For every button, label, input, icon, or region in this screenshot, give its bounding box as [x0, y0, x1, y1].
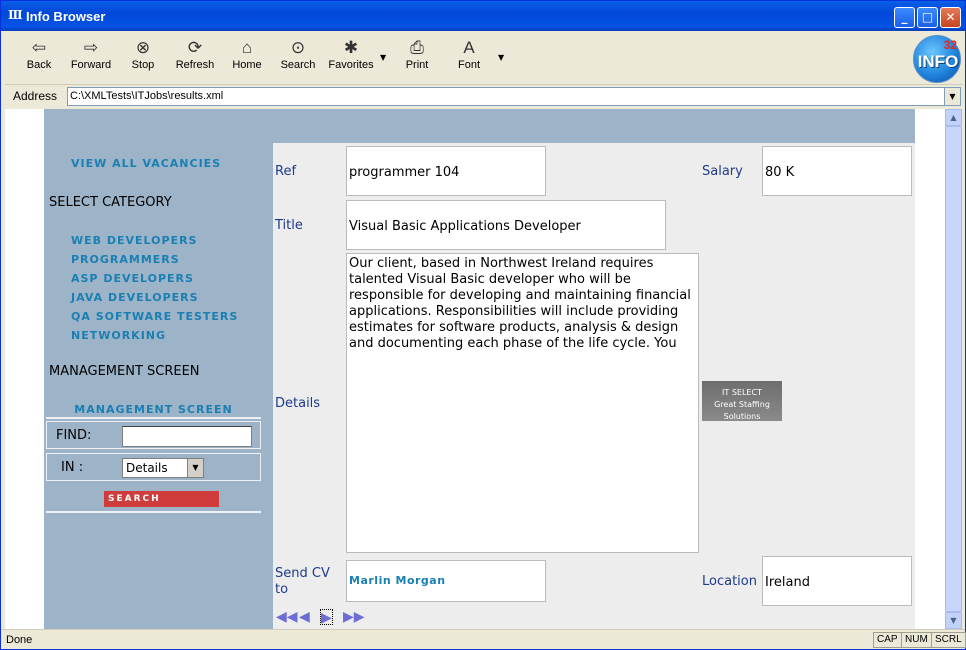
window-title: Info Browser [26, 9, 106, 24]
send-cv-field: Marlin Morgan [346, 560, 546, 602]
select-category-heading: SELECT CATEGORY [49, 195, 172, 210]
category-link-asp-developers[interactable]: ASP DEVELOPERS [71, 272, 194, 285]
sidebar: VIEW ALL VACANCIES SELECT CATEGORY WEB D… [44, 109, 263, 629]
address-input[interactable]: C:\XMLTests\ITJobs\results.xml [67, 87, 947, 106]
refresh-button[interactable]: ⟳ Refresh [169, 37, 221, 77]
job-detail-panel: Ref programmer 104 Salary 80 K Title Vis… [273, 143, 915, 629]
it-select-logo: IT SELECT Great Staffing Solutions [702, 381, 782, 421]
find-input[interactable] [122, 426, 252, 447]
management-screen-heading: MANAGEMENT SCREEN [49, 364, 200, 379]
category-link-networking[interactable]: NETWORKING [71, 329, 166, 342]
title-bar: Ⅲ Info Browser _ □ ✕ [1, 1, 965, 31]
search-icon: ⊙ [290, 38, 306, 57]
browser-window: Ⅲ Info Browser _ □ ✕ ⇦ Back ⇨ Forward ⊗ … [0, 0, 966, 650]
maximize-button[interactable]: □ [917, 7, 938, 28]
font-icon: A [463, 38, 475, 57]
previous-record-icon[interactable]: ◀ [299, 609, 310, 625]
in-label: IN : [61, 460, 84, 475]
chevron-down-icon: ▼ [187, 459, 203, 477]
caps-indicator: CAP [873, 632, 902, 648]
send-cv-link[interactable]: Marlin Morgan [349, 574, 446, 587]
next-record-icon[interactable]: ▶ [320, 609, 333, 626]
address-label: Address [13, 89, 58, 103]
scroll-up-icon[interactable]: ▲ [945, 109, 962, 126]
favorites-button[interactable]: ✱ Favorites [325, 37, 377, 77]
management-screen-link[interactable]: MANAGEMENT SCREEN [44, 403, 263, 416]
stop-button[interactable]: ⊗ Stop [123, 37, 163, 77]
scroll-down-icon[interactable]: ▼ [945, 612, 962, 629]
find-label: FIND: [56, 428, 92, 443]
scroll-lock-indicator: SCRL [931, 632, 966, 648]
vertical-scrollbar[interactable]: ▲ ▼ [945, 109, 962, 629]
page-content: VIEW ALL VACANCIES SELECT CATEGORY WEB D… [5, 109, 945, 629]
scroll-thumb[interactable] [945, 126, 962, 612]
details-label: Details [275, 396, 321, 411]
toolbar: ⇦ Back ⇨ Forward ⊗ Stop ⟳ Refresh ⌂ Home… [5, 33, 963, 85]
category-link-web-developers[interactable]: WEB DEVELOPERS [71, 234, 197, 247]
send-cv-label: Send CV to [275, 566, 330, 597]
favorites-dropdown-icon[interactable]: ▼ [380, 53, 386, 62]
in-selected-value: Details [126, 461, 168, 475]
in-row: IN : Details ▼ [46, 453, 261, 481]
print-button[interactable]: ⎙ Print [397, 37, 437, 77]
forward-button[interactable]: ⇨ Forward [65, 37, 117, 77]
font-button[interactable]: A Font [449, 37, 489, 77]
home-button[interactable]: ⌂ Home [227, 37, 267, 77]
category-link-java-developers[interactable]: JAVA DEVELOPERS [71, 291, 199, 304]
last-record-icon[interactable]: ▶▶ [343, 609, 365, 625]
salary-field: 80 K [762, 146, 912, 196]
search-submit-button[interactable]: Search [104, 491, 219, 507]
stop-icon: ⊗ [135, 38, 151, 57]
address-dropdown-button[interactable]: ▼ [944, 87, 961, 106]
printer-icon: ⎙ [410, 38, 424, 57]
category-link-programmers[interactable]: PROGRAMMERS [71, 253, 180, 266]
status-bar: Done CAP NUM SCRL [1, 629, 966, 649]
salary-label: Salary [702, 164, 743, 179]
brand-logo: 32 INFO [913, 35, 961, 83]
in-field-select[interactable]: Details ▼ [122, 458, 204, 478]
find-row: FIND: [46, 421, 261, 449]
app-icon: Ⅲ [8, 8, 23, 22]
num-indicator: NUM [901, 632, 932, 648]
ref-label: Ref [275, 164, 297, 179]
title-field: Visual Basic Applications Developer [346, 200, 666, 250]
view-all-vacancies-link[interactable]: VIEW ALL VACANCIES [71, 157, 221, 170]
back-arrow-icon: ⇦ [31, 38, 47, 57]
search-button[interactable]: ⊙ Search [277, 37, 319, 77]
status-text: Done [6, 634, 33, 646]
close-button[interactable]: ✕ [940, 7, 961, 28]
home-icon: ⌂ [241, 38, 253, 57]
font-dropdown-icon[interactable]: ▼ [498, 53, 504, 62]
location-field: Ireland [762, 556, 912, 606]
ref-field: programmer 104 [346, 146, 546, 196]
title-label: Title [275, 218, 303, 233]
forward-arrow-icon: ⇨ [83, 38, 99, 57]
back-button[interactable]: ⇦ Back [17, 37, 61, 77]
minimize-button[interactable]: _ [894, 7, 915, 28]
location-label: Location [702, 574, 757, 589]
category-link-qa-software-testers[interactable]: QA SOFTWARE TESTERS [71, 310, 238, 323]
refresh-icon: ⟳ [187, 38, 203, 57]
address-bar: Address C:\XMLTests\ITJobs\results.xml ▼ [5, 87, 963, 107]
favorites-icon: ✱ [343, 38, 359, 57]
details-field: Our client, based in Northwest Ireland r… [346, 253, 699, 553]
first-record-icon[interactable]: ◀◀ [276, 609, 298, 625]
